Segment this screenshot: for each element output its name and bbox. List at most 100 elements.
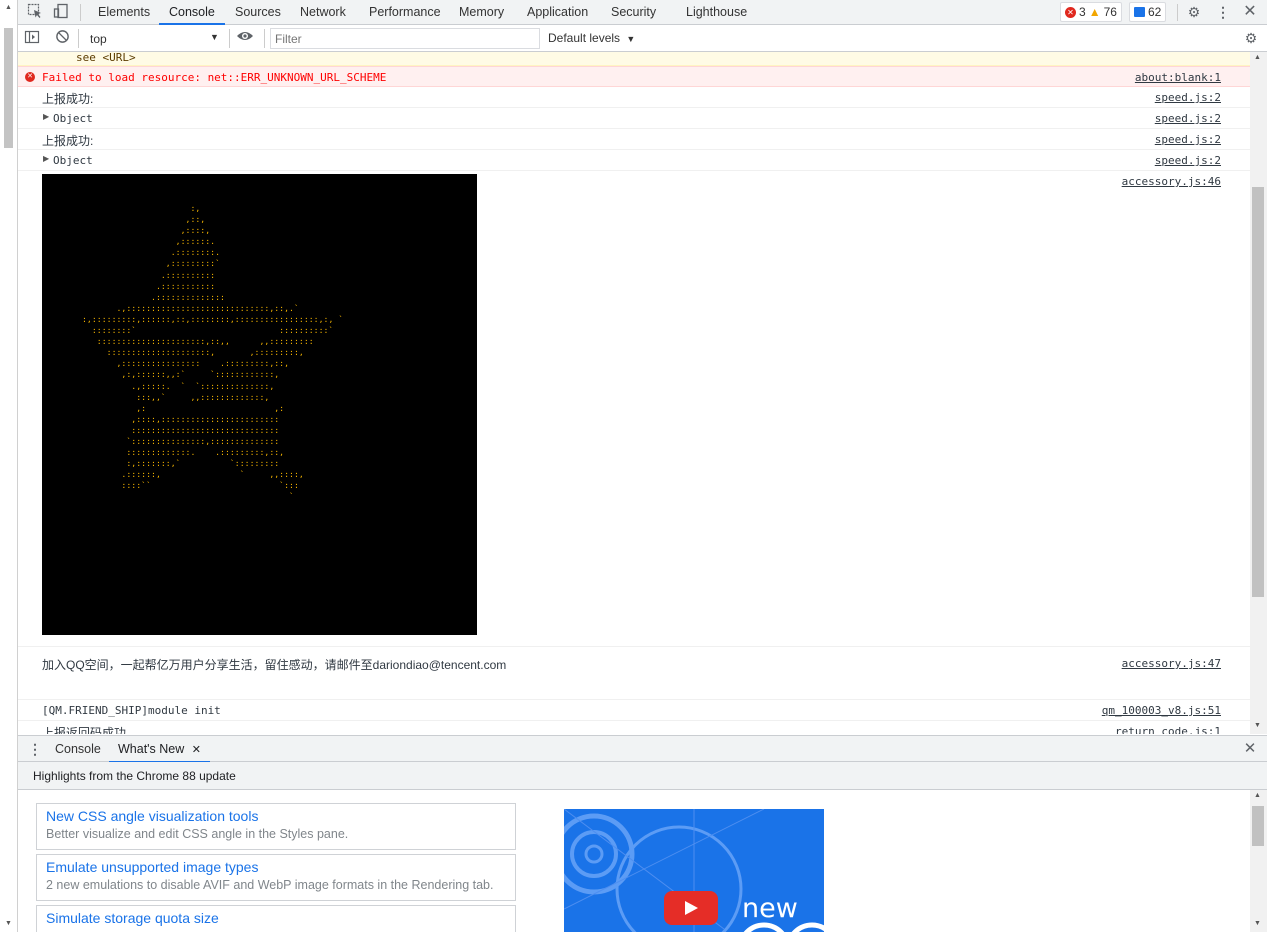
scroll-up-icon[interactable]: ▲ xyxy=(1254,792,1261,799)
scroll-up-icon[interactable]: ▲ xyxy=(5,4,12,11)
page-scrollbar[interactable]: ▲ ▼ xyxy=(0,0,18,932)
separator xyxy=(1177,4,1178,21)
page-scrollbar-thumb[interactable] xyxy=(4,28,13,148)
console-log-row: 加入QQ空间，一起帮亿万用户分享生活，留住感动，请邮件至dariondiao@t… xyxy=(18,647,1250,700)
error-icon: ✕ xyxy=(25,72,35,82)
feature-card[interactable]: Emulate unsupported image types 2 new em… xyxy=(36,854,516,901)
sidebar-toggle-icon[interactable] xyxy=(23,29,41,47)
feature-title[interactable]: Emulate unsupported image types xyxy=(46,858,506,876)
log-levels-dropdown[interactable]: Default levels ▼ xyxy=(548,31,635,45)
console-toolbar: top ▼ Default levels ▼ ⚙ xyxy=(18,25,1267,52)
video-caption: new xyxy=(742,893,798,924)
ascii-art-star-image: :, ,::, ,::::, ,::::::. .::::::::. ,::::… xyxy=(42,174,477,635)
source-link[interactable]: about:blank:1 xyxy=(1135,71,1221,84)
separator xyxy=(78,29,79,48)
source-link[interactable]: speed.js:2 xyxy=(1155,91,1221,104)
scroll-up-icon[interactable]: ▲ xyxy=(1254,54,1261,61)
device-toolbar-icon[interactable] xyxy=(52,3,70,21)
whats-new-title: Highlights from the Chrome 88 update xyxy=(33,769,236,783)
drawer-tab-bar: ⋮ Console What's New ✕ ✕ xyxy=(18,735,1267,763)
console-message-text: Failed to load resource: net::ERR_UNKNOW… xyxy=(42,71,387,84)
clear-console-icon[interactable] xyxy=(53,29,71,47)
console-warning-continuation: see <URL> xyxy=(18,52,1250,66)
close-tab-icon[interactable]: ✕ xyxy=(192,744,201,756)
tab-performance[interactable]: Performance xyxy=(369,0,441,25)
whats-new-header: Highlights from the Chrome 88 update xyxy=(18,762,1267,790)
context-value: top xyxy=(90,32,107,46)
dropdown-arrow-icon: ▼ xyxy=(210,32,219,42)
filter-input[interactable] xyxy=(270,28,540,49)
drawer-scrollbar[interactable]: ▲ ▼ xyxy=(1250,790,1267,932)
warning-icon: ▲ xyxy=(1088,5,1101,19)
console-log-row: [QM.FRIEND_SHIP]module init qm_100003_v8… xyxy=(18,700,1250,721)
message-icon xyxy=(1134,7,1145,17)
tab-network[interactable]: Network xyxy=(300,0,346,25)
ascii-star-art: :, ,::, ,::::, ,::::::. .::::::::. ,::::… xyxy=(82,203,344,502)
console-error-row: ✕ Failed to load resource: net::ERR_UNKN… xyxy=(18,66,1250,87)
scroll-down-icon[interactable]: ▼ xyxy=(1254,920,1261,927)
tab-application[interactable]: Application xyxy=(527,0,588,25)
console-log-row: 上报返回码成功 return_code.js:1 xyxy=(18,721,1250,734)
feature-title[interactable]: Simulate storage quota size xyxy=(46,909,506,927)
tab-lighthouse[interactable]: Lighthouse xyxy=(686,0,747,25)
youtube-play-icon[interactable] xyxy=(664,891,718,925)
console-scrollbar[interactable]: ▲ ▼ xyxy=(1250,52,1267,734)
console-message-text: 加入QQ空间，一起帮亿万用户分享生活，留住感动，请邮件至dariondiao@t… xyxy=(42,658,507,672)
close-drawer-icon[interactable]: ✕ xyxy=(1241,740,1259,758)
scroll-down-icon[interactable]: ▼ xyxy=(5,920,12,927)
context-selector[interactable]: top ▼ xyxy=(84,29,224,48)
feature-title[interactable]: New CSS angle visualization tools xyxy=(46,807,506,825)
source-link[interactable]: return_code.js:1 xyxy=(1115,725,1221,734)
drawer-tab-whats-new[interactable]: What's New ✕ xyxy=(109,737,210,763)
tab-security[interactable]: Security xyxy=(611,0,656,25)
separator xyxy=(229,29,230,48)
inspect-element-icon[interactable] xyxy=(26,3,44,21)
console-messages[interactable]: see <URL> ✕ Failed to load resource: net… xyxy=(18,52,1250,734)
tab-elements[interactable]: Elements xyxy=(98,0,150,25)
console-message-text: [QM.FRIEND_SHIP]module init xyxy=(42,704,221,717)
drawer-tab-label: What's New xyxy=(118,742,185,756)
settings-gear-icon[interactable]: ⚙ xyxy=(1185,3,1203,21)
close-icon[interactable]: ✕ xyxy=(1241,3,1259,21)
video-thumbnail[interactable]: new xyxy=(564,809,824,932)
messages-count: 62 xyxy=(1148,5,1162,19)
drawer-scrollbar-thumb[interactable] xyxy=(1252,806,1264,846)
source-link[interactable]: qm_100003_v8.js:51 xyxy=(1102,704,1221,717)
console-message-text: 上报成功: xyxy=(42,134,94,148)
console-message-text: 上报返回码成功 xyxy=(42,726,127,734)
console-log-row: :, ,::, ,::::, ,::::::. .::::::::. ,::::… xyxy=(18,171,1250,647)
source-link[interactable]: speed.js:2 xyxy=(1155,154,1221,167)
console-scrollbar-thumb[interactable] xyxy=(1252,187,1264,597)
expand-triangle-icon[interactable]: ▶ xyxy=(43,154,49,163)
source-link[interactable]: speed.js:2 xyxy=(1155,112,1221,125)
scroll-down-icon[interactable]: ▼ xyxy=(1254,722,1261,729)
console-message-text: 上报成功: xyxy=(42,92,94,106)
object-preview[interactable]: Object xyxy=(53,154,93,167)
console-message-text: see <URL> xyxy=(76,52,136,64)
more-options-icon[interactable]: ⋮ xyxy=(1214,3,1232,21)
warnings-count: 76 xyxy=(1103,5,1117,19)
feature-description: 2 new emulations to disable AVIF and Web… xyxy=(46,878,494,892)
separator xyxy=(264,29,265,48)
live-expression-eye-icon[interactable] xyxy=(236,29,254,47)
source-link[interactable]: speed.js:2 xyxy=(1155,133,1221,146)
tab-sources[interactable]: Sources xyxy=(235,0,281,25)
source-link[interactable]: accessory.js:47 xyxy=(1122,657,1221,670)
messages-counter[interactable]: 62 xyxy=(1129,2,1167,22)
devtools-tab-bar: Elements Console Sources Network Perform… xyxy=(18,0,1267,25)
console-log-row[interactable]: ▶ Object speed.js:2 xyxy=(18,108,1250,129)
drawer-tab-console[interactable]: Console xyxy=(55,737,101,762)
object-preview[interactable]: Object xyxy=(53,112,93,125)
tab-memory[interactable]: Memory xyxy=(459,0,504,25)
feature-card[interactable]: Simulate storage quota size xyxy=(36,905,516,932)
console-settings-gear-icon[interactable]: ⚙ xyxy=(1242,29,1260,47)
console-log-row[interactable]: ▶ Object speed.js:2 xyxy=(18,150,1250,171)
console-log-row: 上报成功: speed.js:2 xyxy=(18,129,1250,150)
expand-triangle-icon[interactable]: ▶ xyxy=(43,112,49,121)
feature-card[interactable]: New CSS angle visualization tools Better… xyxy=(36,803,516,850)
drawer-menu-icon[interactable]: ⋮ xyxy=(26,740,44,758)
tab-console[interactable]: Console xyxy=(159,0,225,25)
error-icon: ✕ xyxy=(1065,6,1076,18)
issues-counter[interactable]: ✕ 3 ▲ 76 xyxy=(1060,2,1122,22)
source-link[interactable]: accessory.js:46 xyxy=(1122,175,1221,188)
